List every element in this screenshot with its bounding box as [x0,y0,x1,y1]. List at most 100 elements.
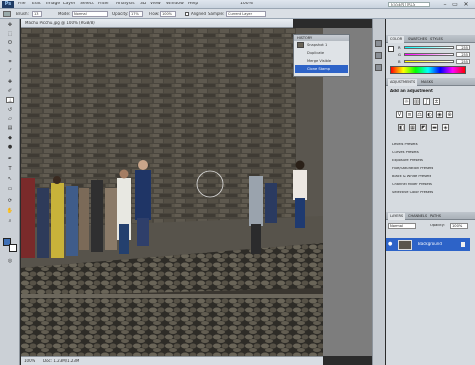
maximize-icon[interactable]: ▭ [451,1,459,8]
tab-layers[interactable]: LAYERS [388,213,406,220]
dodge-tool-icon[interactable]: ● [6,144,14,150]
layer-opacity-input[interactable]: 100% [450,223,468,229]
eraser-tool-icon[interactable]: ▱ [6,116,14,122]
flow-label: Flow: [149,12,160,16]
opacity-input[interactable]: 17% [129,11,143,17]
tab-styles[interactable]: STYLES [428,36,445,43]
menu-edit[interactable]: Edit [32,2,41,7]
exposure-icon[interactable]: ± [433,98,440,105]
black-white-icon[interactable]: ◐ [426,111,433,118]
levels-icon[interactable]: ▥ [413,98,420,105]
move-tool-icon[interactable]: ✥ [6,22,14,28]
tab-swatches[interactable]: SWATCHES [406,36,429,43]
brush-tool-icon[interactable]: ✐ [6,88,14,94]
3d-rotate-tool-icon[interactable]: ⟳ [6,198,14,204]
healing-brush-tool-icon[interactable]: ✚ [6,79,14,85]
r-slider[interactable] [404,46,454,49]
quick-mask-icon[interactable]: ◎ [6,258,14,264]
document-tab[interactable]: Machu Picchu.jpg @ 100% (RGB/8) [21,19,293,28]
menu-layer[interactable]: Layer [63,2,76,7]
type-tool-icon[interactable]: T [6,166,14,172]
r-value-input[interactable]: 255 [456,45,470,50]
zoom-tool-icon[interactable]: ⌕ [6,218,14,224]
preset-levels[interactable]: Levels Presets [392,143,418,147]
clone-stamp-tool-icon[interactable]: ⊥ [6,97,14,104]
preset-selective-color[interactable]: Selective Color Presets [392,191,433,195]
menu-analysis[interactable]: Analysis [116,2,135,7]
pen-tool-icon[interactable]: ✒ [6,156,14,162]
invert-icon[interactable]: ◧ [398,124,405,131]
tab-adjustments[interactable]: ADJUSTMENTS [388,79,418,86]
app-logo: Ps [2,1,14,8]
preset-black-white[interactable]: Black & White Presets [392,175,431,179]
g-value-input[interactable]: 255 [456,52,470,57]
sample-select[interactable]: Current Layer [226,11,266,17]
channel-mixer-icon[interactable]: ⊕ [446,111,453,118]
vibrance-icon[interactable]: V [396,111,403,118]
color-fg-swatch[interactable] [388,46,394,52]
aligned-label: Aligned [191,12,207,16]
layer-visibility-eye-icon[interactable]: ● [388,241,393,247]
workspace-switcher[interactable]: ESSENTIALS [388,2,430,7]
menu-window[interactable]: Window [166,2,184,7]
close-icon[interactable]: ✕ [462,1,470,8]
marquee-tool-icon[interactable]: ⬚ [6,31,14,37]
zoom-level[interactable]: 100% [240,2,253,7]
brush-size-picker[interactable]: 13 [32,11,42,17]
hue-saturation-icon[interactable]: ≡ [406,111,413,118]
menu-select[interactable]: Select [80,2,94,7]
color-balance-icon[interactable]: ⚖ [416,111,423,118]
status-zoom[interactable]: 100% [24,359,35,363]
color-spectrum-bar[interactable] [390,66,466,74]
b-value-input[interactable]: 255 [456,59,470,64]
history-item-selected[interactable]: Clone Stamp [295,65,348,73]
shape-tool-icon[interactable]: ▭ [6,186,14,192]
crop-tool-icon[interactable]: ⌗ [6,59,14,65]
tab-paths[interactable]: PATHS [428,213,443,220]
preset-channel-mixer[interactable]: Channel Mixer Presets [392,183,432,187]
history-panel-icon[interactable] [375,40,382,47]
flow-input[interactable]: 100% [160,11,176,17]
quick-select-tool-icon[interactable]: ✎ [6,49,14,55]
minimize-icon[interactable]: – [441,1,449,8]
hand-tool-icon[interactable]: ✋ [6,208,14,214]
photo-image [21,28,323,356]
eyedropper-tool-icon[interactable]: ⁄ [6,68,14,74]
curves-icon[interactable]: ∫ [423,98,430,105]
b-slider[interactable] [404,60,454,63]
brightness-contrast-icon[interactable]: ☼ [403,98,410,105]
gradient-tool-icon[interactable]: ▤ [6,125,14,131]
menu-3d[interactable]: 3D [140,2,146,7]
background-color-swatch[interactable] [9,244,17,252]
history-item[interactable]: Merge Visible [295,57,348,65]
threshold-icon[interactable]: ◩ [420,124,427,131]
path-selection-tool-icon[interactable]: ↖ [6,176,14,182]
aligned-checkbox[interactable] [185,12,189,16]
menu-help[interactable]: Help [188,2,198,7]
history-item[interactable]: Duplicate [295,49,348,57]
preset-curves[interactable]: Curves Presets [392,151,419,155]
mode-select[interactable]: Normal [72,11,108,17]
posterize-icon[interactable]: ▦ [409,124,416,131]
menu-image[interactable]: Image [46,2,60,7]
photo-filter-icon[interactable]: ◉ [436,111,443,118]
blur-tool-icon[interactable]: ◆ [6,135,14,141]
history-brush-tool-icon[interactable]: ↺ [6,107,14,113]
menu-file[interactable]: File [18,2,26,7]
tab-masks[interactable]: MASKS [419,79,435,86]
clone-stamp-tool-preset-icon[interactable] [3,11,11,17]
menu-filter[interactable]: Filter [98,2,109,7]
selective-color-icon[interactable]: ◈ [442,124,449,131]
blend-mode-select[interactable]: Normal [388,223,416,229]
lasso-tool-icon[interactable]: ʘ [6,40,14,46]
tab-color[interactable]: COLOR [388,36,405,43]
menu-view[interactable]: View [150,2,161,7]
gradient-map-icon[interactable]: ▬ [431,124,438,131]
document-canvas[interactable] [21,28,323,356]
brushes-panel-icon[interactable] [375,64,382,71]
actions-panel-icon[interactable] [375,52,382,59]
tab-channels[interactable]: CHANNELS [406,213,429,220]
g-slider[interactable] [404,53,454,56]
preset-hue-saturation[interactable]: Hue/Saturation Presets [392,167,433,171]
preset-exposure[interactable]: Exposure Presets [392,159,423,163]
